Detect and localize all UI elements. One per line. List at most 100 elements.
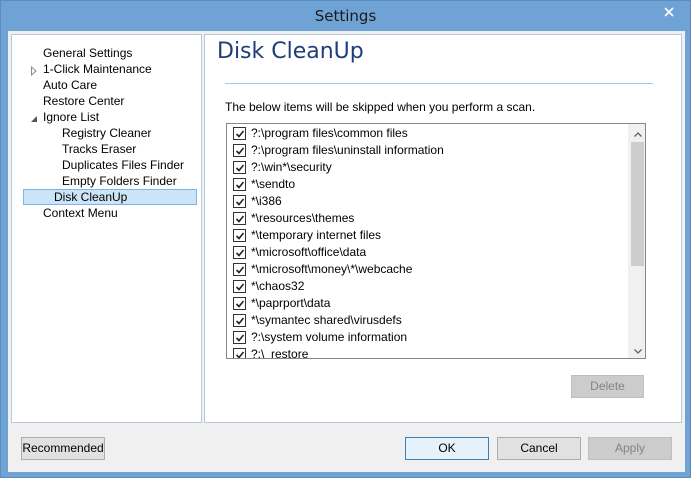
checkmark-icon: [235, 147, 245, 155]
close-button[interactable]: [654, 1, 684, 23]
list-item[interactable]: *\i386: [227, 193, 627, 210]
list-scrollbar[interactable]: [628, 124, 645, 358]
nav-item-label: Registry Cleaner: [62, 126, 152, 140]
nav-item-general-settings[interactable]: General Settings: [43, 45, 132, 61]
nav-item-label: Restore Center: [43, 94, 125, 108]
content-panel: Disk CleanUp The below items will be ski…: [204, 34, 682, 423]
scroll-up-button[interactable]: [629, 124, 645, 141]
skip-list[interactable]: ?:\program files\common files ?:\program …: [226, 123, 646, 359]
client-area: General Settings 1-Click Maintenance Auto …: [8, 31, 685, 472]
nav-item-label: Duplicates Files Finder: [62, 158, 185, 172]
list-item[interactable]: ?:\_restore: [227, 346, 627, 359]
apply-button[interactable]: Apply: [588, 437, 672, 460]
item-path: ?:\system volume information: [251, 330, 408, 344]
nav-item-disk-cleanup[interactable]: Disk CleanUp: [23, 189, 197, 205]
list-item[interactable]: ?:\program files\common files: [227, 125, 627, 142]
nav-item-1-click-maintenance[interactable]: 1-Click Maintenance: [31, 61, 152, 77]
list-item[interactable]: *\symantec shared\virusdefs: [227, 312, 627, 329]
checkmark-icon: [235, 266, 245, 274]
list-item[interactable]: *\sendto: [227, 176, 627, 193]
checkmark-icon: [235, 249, 245, 257]
settings-nav-tree: General Settings 1-Click Maintenance Auto …: [11, 34, 202, 423]
item-path: ?:\win*\security: [251, 160, 332, 174]
nav-item-duplicates-files-finder[interactable]: Duplicates Files Finder: [62, 157, 184, 173]
item-checkbox[interactable]: [233, 127, 246, 140]
checkmark-icon: [235, 232, 245, 240]
title-bar[interactable]: Settings: [1, 1, 690, 31]
settings-window: Settings General Settings 1-Click Mainten…: [0, 0, 691, 478]
item-checkbox[interactable]: [233, 348, 246, 358]
list-item[interactable]: *\temporary internet files: [227, 227, 627, 244]
item-checkbox[interactable]: [233, 229, 246, 242]
scroll-thumb[interactable]: [631, 142, 644, 266]
checkmark-icon: [235, 181, 245, 189]
checkmark-icon: [235, 351, 245, 358]
nav-item-ignore-list[interactable]: Ignore List: [31, 109, 100, 125]
item-path: *\temporary internet files: [251, 228, 382, 242]
item-path: ?:\program files\uninstall information: [251, 143, 444, 157]
item-path: *\paprport\data: [251, 296, 331, 310]
ok-button[interactable]: OK: [405, 437, 489, 460]
nav-item-restore-center[interactable]: Restore Center: [43, 93, 124, 109]
item-path: *\resources\themes: [251, 211, 355, 225]
item-checkbox[interactable]: [233, 246, 246, 259]
window-title: Settings: [314, 7, 377, 25]
item-checkbox[interactable]: [233, 161, 246, 174]
item-path: *\chaos32: [251, 279, 305, 293]
recommended-button[interactable]: Recommended: [21, 437, 105, 460]
chevron-up-icon: [633, 126, 642, 140]
item-path: *\sendto: [251, 177, 296, 191]
checkmark-icon: [235, 130, 245, 138]
item-checkbox[interactable]: [233, 314, 246, 327]
list-item[interactable]: ?:\program files\uninstall information: [227, 142, 627, 159]
nav-item-tracks-eraser[interactable]: Tracks Eraser: [62, 141, 136, 157]
item-path: *\microsoft\office\data: [251, 245, 367, 259]
item-checkbox[interactable]: [233, 280, 246, 293]
nav-item-registry-cleaner[interactable]: Registry Cleaner: [62, 125, 151, 141]
checkmark-icon: [235, 300, 245, 308]
close-icon: [664, 7, 674, 17]
nav-item-label: Disk CleanUp: [54, 190, 128, 204]
nav-item-label: General Settings: [43, 46, 133, 60]
page-title: Disk CleanUp: [217, 39, 364, 64]
collapse-arrow-icon[interactable]: [30, 112, 38, 122]
delete-button[interactable]: Delete: [571, 375, 644, 398]
list-item[interactable]: ?:\system volume information: [227, 329, 627, 346]
checkmark-icon: [235, 334, 245, 342]
nav-item-label: Empty Folders Finder: [62, 174, 177, 188]
item-checkbox[interactable]: [233, 195, 246, 208]
checkmark-icon: [235, 283, 245, 291]
nav-item-auto-care[interactable]: Auto Care: [43, 77, 97, 93]
cancel-button[interactable]: Cancel: [497, 437, 581, 460]
chevron-down-icon: [633, 343, 642, 357]
item-path: *\i386: [251, 194, 282, 208]
list-item[interactable]: *\paprport\data: [227, 295, 627, 312]
checkmark-icon: [235, 164, 245, 172]
nav-item-label: Context Menu: [43, 206, 118, 220]
checkmark-icon: [235, 198, 245, 206]
list-item[interactable]: *\microsoft\money\*\webcache: [227, 261, 627, 278]
nav-item-label: Ignore List: [43, 110, 100, 124]
nav-item-empty-folders-finder[interactable]: Empty Folders Finder: [62, 173, 177, 189]
item-checkbox[interactable]: [233, 297, 246, 310]
page-description: The below items will be skipped when you…: [225, 100, 536, 114]
item-checkbox[interactable]: [233, 331, 246, 344]
item-checkbox[interactable]: [233, 144, 246, 157]
nav-item-label: Auto Care: [43, 78, 98, 92]
scroll-down-button[interactable]: [629, 341, 645, 358]
item-path: *\symantec shared\virusdefs: [251, 313, 402, 327]
list-item[interactable]: *\resources\themes: [227, 210, 627, 227]
item-checkbox[interactable]: [233, 263, 246, 276]
nav-item-label: 1-Click Maintenance: [43, 62, 152, 76]
expand-arrow-icon[interactable]: [30, 64, 38, 77]
title-divider: [225, 83, 653, 84]
nav-item-context-menu[interactable]: Context Menu: [43, 205, 118, 221]
item-path: ?:\program files\common files: [251, 126, 408, 140]
list-item[interactable]: *\chaos32: [227, 278, 627, 295]
list-item[interactable]: ?:\win*\security: [227, 159, 627, 176]
item-checkbox[interactable]: [233, 178, 246, 191]
item-path: *\microsoft\money\*\webcache: [251, 262, 413, 276]
item-path: ?:\_restore: [251, 347, 309, 359]
item-checkbox[interactable]: [233, 212, 246, 225]
list-item[interactable]: *\microsoft\office\data: [227, 244, 627, 261]
